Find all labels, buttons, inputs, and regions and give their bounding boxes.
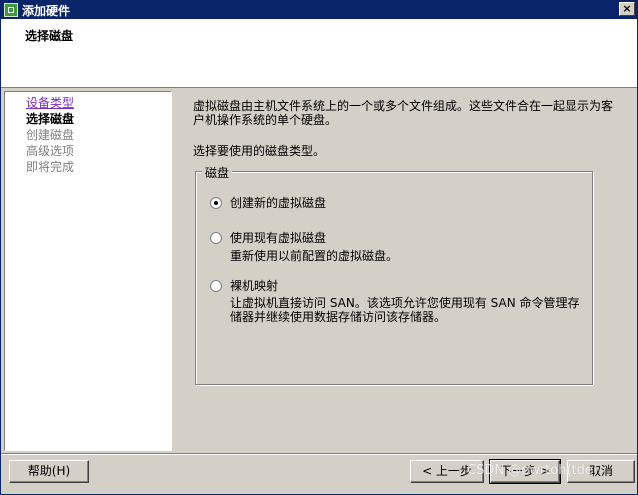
window-title: 添加硬件 bbox=[22, 3, 71, 18]
groupbox-label: 磁盘 bbox=[202, 164, 233, 181]
help-button[interactable]: 帮助(H) bbox=[9, 460, 89, 483]
option-label: 裸机映射 bbox=[230, 279, 279, 293]
option-raw-device-mapping[interactable]: 裸机映射 bbox=[210, 277, 278, 294]
option-detail: 重新使用以前配置的虚拟磁盘。 bbox=[230, 249, 399, 263]
step-advanced-options: 高级选项 bbox=[26, 144, 75, 158]
option-label: 使用现有虚拟磁盘 bbox=[230, 231, 327, 245]
step-ready-to-complete: 即将完成 bbox=[26, 160, 75, 174]
disk-groupbox: 磁盘 创建新的虚拟磁盘 使用现有虚拟磁盘 重新使用以前配置的虚拟磁盘。 裸机映射… bbox=[195, 164, 593, 385]
footer-divider bbox=[1, 453, 637, 455]
option-use-existing-disk[interactable]: 使用现有虚拟磁盘 bbox=[210, 229, 326, 246]
step-device-type[interactable]: 设备类型 bbox=[26, 96, 74, 110]
option-label: 创建新的虚拟磁盘 bbox=[230, 196, 327, 210]
cancel-button[interactable]: 取消 bbox=[567, 460, 635, 483]
wizard-header: 选择磁盘 bbox=[1, 19, 637, 88]
wizard-content: 虚拟磁盘由主机文件系统上的一个或多个文件组成。这些文件合在一起显示为客户机操作系… bbox=[177, 91, 635, 451]
back-button[interactable]: < 上一步 bbox=[410, 460, 484, 483]
disk-type-prompt: 选择要使用的磁盘类型。 bbox=[193, 144, 326, 158]
wizard-steps-panel: 设备类型 选择磁盘 创建磁盘 高级选项 即将完成 bbox=[4, 91, 172, 451]
step-create-disk: 创建磁盘 bbox=[26, 128, 75, 142]
option-create-new-disk[interactable]: 创建新的虚拟磁盘 bbox=[210, 194, 326, 211]
title-bar: 添加硬件 × bbox=[1, 1, 637, 19]
hardware-add-icon bbox=[4, 3, 18, 17]
option-detail: 让虚拟机直接访问 SAN。该选项允许您使用现有 SAN 命令管理存储器并继续使用… bbox=[230, 296, 580, 324]
step-select-disk: 选择磁盘 bbox=[26, 112, 75, 126]
radio-button[interactable] bbox=[210, 231, 222, 244]
add-hardware-dialog: 添加硬件 × 选择磁盘 设备类型 选择磁盘 创建磁盘 高级选项 即将完成 虚拟磁… bbox=[0, 0, 638, 495]
disk-description: 虚拟磁盘由主机文件系统上的一个或多个文件组成。这些文件合在一起显示为客户机操作系… bbox=[193, 99, 614, 127]
next-button[interactable]: 下一步 > bbox=[489, 459, 561, 484]
page-title: 选择磁盘 bbox=[25, 29, 74, 43]
radio-button[interactable] bbox=[210, 279, 222, 292]
close-button[interactable]: × bbox=[619, 2, 635, 16]
radio-button[interactable] bbox=[210, 196, 222, 209]
